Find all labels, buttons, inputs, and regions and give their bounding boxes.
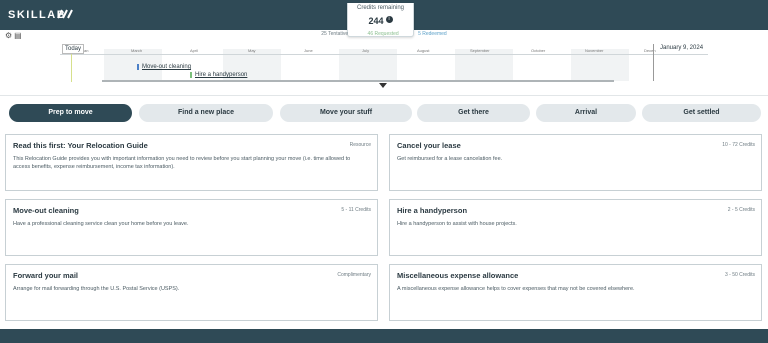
card-credits: 3 - 50 Credits bbox=[724, 272, 755, 278]
logo-slashes-icon bbox=[57, 9, 73, 19]
tab-move-your-stuff[interactable]: Move your stuff bbox=[280, 104, 412, 122]
card-credits: 2 - 5 Credits bbox=[727, 207, 755, 213]
tab-arrival[interactable]: Arrival bbox=[536, 104, 636, 122]
card-description: This Relocation Guide provides you with … bbox=[13, 156, 351, 170]
tab-get-settled[interactable]: Get settled bbox=[642, 104, 761, 122]
timeline-month: March bbox=[131, 48, 143, 53]
today-label: Today bbox=[62, 44, 85, 54]
timeline-scrollbar[interactable] bbox=[102, 80, 614, 82]
divider bbox=[0, 95, 768, 96]
footer-bar bbox=[0, 329, 768, 343]
timeline-month: July bbox=[362, 48, 370, 53]
card-description: Get reimbursed for a lease cancelation f… bbox=[397, 156, 503, 162]
status-counts: 25 Tentative 46 Requested 5 Redeemed bbox=[0, 31, 768, 37]
card-title: Move-out cleaning bbox=[13, 206, 79, 215]
phase-tabs: Prep to move Find a new place Move your … bbox=[0, 104, 768, 122]
timeline-month: September bbox=[470, 48, 490, 53]
timeline-event-move-out-cleaning[interactable]: Move-out cleaning bbox=[137, 64, 191, 70]
timeline-month: April bbox=[190, 48, 199, 53]
card-title: Forward your mail bbox=[13, 271, 79, 280]
tab-get-there[interactable]: Get there bbox=[417, 104, 530, 122]
timeline-month: November bbox=[585, 48, 604, 53]
card-description: Have a professional cleaning service cle… bbox=[13, 221, 189, 227]
today-marker-line bbox=[71, 53, 72, 82]
tentative-count[interactable]: 25 Tentative bbox=[321, 31, 348, 37]
end-date: January 9, 2024 bbox=[660, 45, 704, 51]
card-description: A miscellaneous expense allowance helps … bbox=[397, 286, 635, 292]
card-credits: 5 - 11 Credits bbox=[341, 207, 371, 213]
card-description: Arrange for mail forwarding through the … bbox=[13, 286, 180, 292]
service-card-relocation-guide[interactable]: Read this first: Your Relocation Guide R… bbox=[5, 134, 378, 191]
service-card-move-out-cleaning[interactable]: Move-out cleaning 5 - 11 Credits Have a … bbox=[5, 199, 378, 256]
card-title: Read this first: Your Relocation Guide bbox=[13, 141, 148, 150]
timeline-event-hire-handyperson[interactable]: Hire a handyperson bbox=[190, 72, 247, 78]
card-credits: 10 - 72 Credits bbox=[722, 142, 755, 148]
service-card-cancel-lease[interactable]: Cancel your lease 10 - 72 Credits Get re… bbox=[389, 134, 762, 191]
card-credits: Resource bbox=[349, 142, 371, 148]
info-icon[interactable]: i bbox=[385, 16, 393, 24]
tab-prep-to-move[interactable]: Prep to move bbox=[9, 104, 132, 122]
credits-label: Credits remaining bbox=[356, 5, 405, 11]
card-title: Hire a handyperson bbox=[397, 206, 468, 215]
expand-chevron-down-icon[interactable] bbox=[379, 83, 387, 88]
timeline-month: June bbox=[304, 48, 313, 53]
card-description: Hire a handyperson to assist with house … bbox=[397, 221, 517, 227]
service-card-misc-expense[interactable]: Miscellaneous expense allowance 3 - 50 C… bbox=[389, 264, 762, 321]
redeemed-count[interactable]: 5 Redeemed bbox=[418, 31, 447, 37]
timeline-month: August bbox=[417, 48, 430, 53]
service-card-forward-mail[interactable]: Forward your mail Complimentary Arrange … bbox=[5, 264, 378, 321]
tab-find-new-place[interactable]: Find a new place bbox=[139, 104, 273, 122]
timeline-month: October bbox=[531, 48, 546, 53]
card-title: Miscellaneous expense allowance bbox=[397, 271, 519, 280]
service-card-hire-handyperson[interactable]: Hire a handyperson 2 - 5 Credits Hire a … bbox=[389, 199, 762, 256]
card-credits: Complimentary bbox=[337, 272, 371, 278]
credits-value: 244 bbox=[368, 16, 384, 26]
timeline-axis bbox=[60, 54, 708, 55]
timeline-month: May bbox=[248, 48, 256, 53]
end-date-line bbox=[653, 44, 654, 81]
card-title: Cancel your lease bbox=[397, 141, 461, 150]
timeline[interactable]: Jan March April May June July August Sep… bbox=[60, 44, 708, 84]
requested-count[interactable]: 46 Requested bbox=[368, 31, 399, 37]
